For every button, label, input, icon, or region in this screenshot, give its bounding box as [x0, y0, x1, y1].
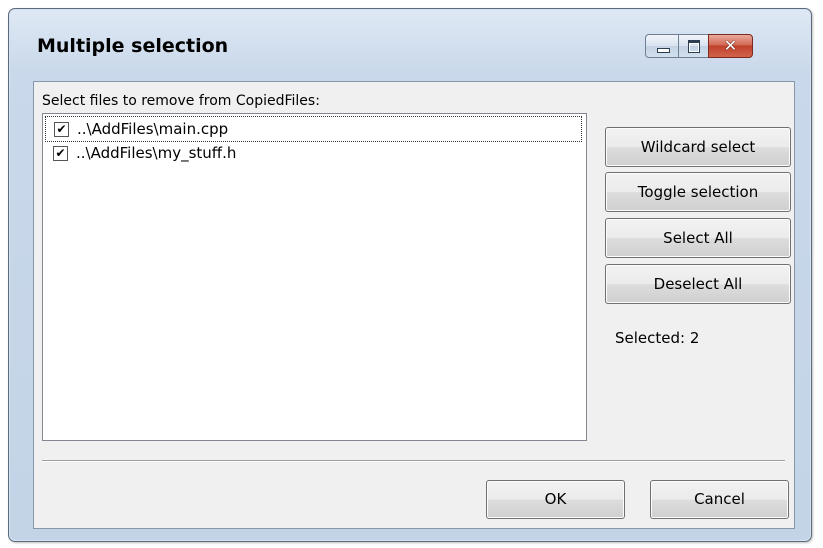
- window-title: Multiple selection: [37, 35, 229, 57]
- file-checklist[interactable]: ✔ ..\AddFiles\main.cpp ✔ ..\AddFiles\my_…: [42, 113, 587, 441]
- minimize-icon: [657, 48, 670, 53]
- deselect-all-button[interactable]: Deselect All: [605, 264, 791, 304]
- maximize-button[interactable]: [678, 34, 709, 58]
- maximize-icon: [688, 40, 700, 53]
- divider: [42, 460, 785, 462]
- item-checkbox[interactable]: ✔: [53, 146, 68, 161]
- list-item[interactable]: ✔ ..\AddFiles\my_stuff.h: [45, 141, 582, 167]
- dialog-content: Select files to remove from CopiedFiles:…: [33, 81, 795, 529]
- ok-button[interactable]: OK: [486, 480, 625, 519]
- close-button[interactable]: ✕: [708, 34, 753, 58]
- close-icon: ✕: [723, 36, 738, 55]
- item-checkbox[interactable]: ✔: [54, 122, 69, 137]
- list-item[interactable]: ✔ ..\AddFiles\main.cpp: [45, 116, 582, 142]
- desktop: Multiple selection ✕ Select files to rem…: [0, 0, 823, 548]
- select-all-button[interactable]: Select All: [605, 218, 791, 258]
- instruction-label: Select files to remove from CopiedFiles:: [42, 93, 320, 109]
- title-bar[interactable]: Multiple selection ✕: [9, 9, 811, 81]
- cancel-button[interactable]: Cancel: [650, 480, 789, 519]
- minimize-button[interactable]: [645, 34, 679, 58]
- toggle-selection-button[interactable]: Toggle selection: [605, 172, 791, 212]
- multiple-selection-dialog: Multiple selection ✕ Select files to rem…: [8, 8, 812, 542]
- file-label: ..\AddFiles\my_stuff.h: [76, 144, 237, 162]
- wildcard-select-button[interactable]: Wildcard select: [605, 127, 791, 167]
- selected-count: Selected: 2: [615, 329, 700, 347]
- file-label: ..\AddFiles\main.cpp: [77, 120, 229, 138]
